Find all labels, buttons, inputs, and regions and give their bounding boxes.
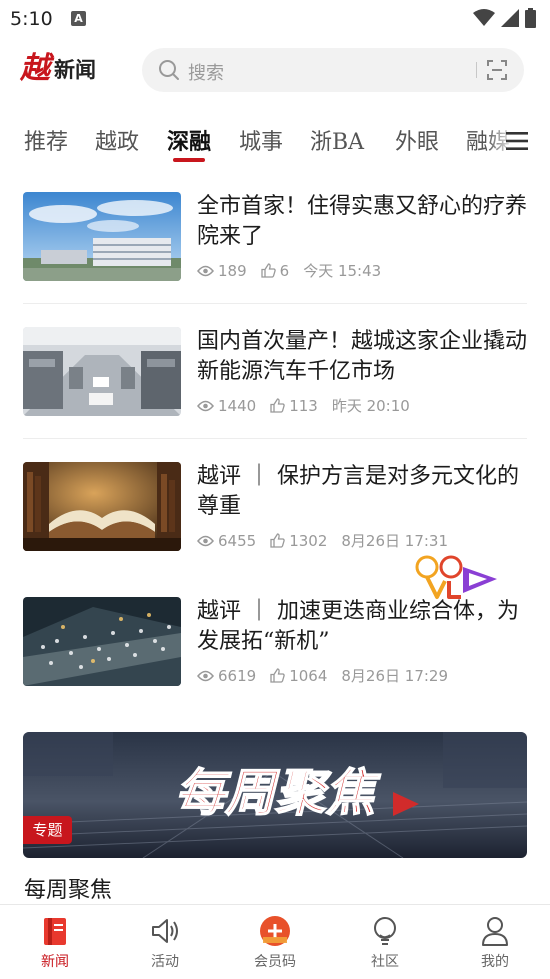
search-bar[interactable]: 搜索 xyxy=(142,48,524,92)
view-count: 1440 xyxy=(218,396,257,415)
menu-icon[interactable] xyxy=(506,132,528,150)
like-icon xyxy=(270,398,285,413)
like-count: 1064 xyxy=(289,666,328,685)
nav-label: 我的 xyxy=(481,954,509,970)
search-input[interactable]: 搜索 xyxy=(188,59,224,85)
notification-a-icon: A xyxy=(71,11,86,26)
like-icon xyxy=(270,668,285,683)
banner-title[interactable]: 每周聚焦 xyxy=(24,872,112,904)
battery-icon xyxy=(525,8,536,28)
divider xyxy=(23,303,527,304)
like-count: 1302 xyxy=(289,531,328,550)
article-thumbnail-night-market xyxy=(23,597,181,686)
status-icons xyxy=(473,8,536,28)
banner-image-text: 每周聚焦 xyxy=(175,763,381,822)
status-time: 5:10 xyxy=(10,8,53,30)
article-thumbnail-book xyxy=(23,462,181,551)
status-bar: 5:10 A xyxy=(0,0,550,38)
nav-label: 活动 xyxy=(151,954,179,970)
view-icon xyxy=(197,265,214,276)
news-icon xyxy=(44,918,66,945)
nav-community[interactable]: 社区 xyxy=(330,905,440,979)
view-icon xyxy=(197,400,214,411)
nav-label: 新闻 xyxy=(41,954,69,970)
divider xyxy=(23,438,527,439)
article-meta: 1440 113 昨天 20:10 xyxy=(197,395,424,416)
nav-label: 社区 xyxy=(371,954,399,970)
search-icon xyxy=(159,60,179,80)
publish-time: 8月26日 17:29 xyxy=(341,667,449,685)
like-icon xyxy=(260,263,276,278)
article-meta: 6455 1302 8月26日 17:31 xyxy=(197,530,462,551)
article-title[interactable]: 越评 ｜ 加速更迭商业综合体，为发展拓“新机” xyxy=(197,597,527,657)
article-item[interactable]: 越评 ｜ 加速更迭商业综合体，为发展拓“新机” 6619 1064 8月26日 … xyxy=(23,597,527,732)
feature-banner[interactable]: 每周聚焦 专题 xyxy=(23,732,527,858)
article-meta: 189 6 今天 15:43 xyxy=(197,260,395,281)
logo-text: 新闻 xyxy=(54,57,96,82)
bottom-nav: 新闻 活动 会员码 社区 我的 xyxy=(0,904,550,979)
search-divider xyxy=(476,62,477,78)
article-title[interactable]: 国内首次量产！越城这家企业撬动新能源汽车千亿市场 xyxy=(197,327,527,387)
nav-label: 会员码 xyxy=(254,954,296,970)
app-logo[interactable]: 越 新闻 xyxy=(20,52,96,86)
nav-member-code[interactable]: 会员码 xyxy=(220,905,330,979)
nav-activity[interactable]: 活动 xyxy=(110,905,220,979)
tab-zheba[interactable]: 浙BA xyxy=(310,124,364,156)
nav-news[interactable]: 新闻 xyxy=(0,905,110,979)
tab-yuezheng[interactable]: 越政 xyxy=(95,124,139,156)
view-count: 189 xyxy=(218,261,247,280)
article-thumbnail-sanatorium xyxy=(23,192,181,281)
topic-tag: 专题 xyxy=(23,816,72,844)
speaker-icon xyxy=(152,919,178,943)
user-icon xyxy=(482,917,508,946)
like-count: 113 xyxy=(289,396,318,415)
publish-time: 今天 15:43 xyxy=(303,262,382,280)
app-header: 越 新闻 搜索 xyxy=(0,40,550,100)
article-thumbnail-factory xyxy=(23,327,181,416)
category-tabs: 推荐 越政 深融 城事 浙BA 外眼 融媒 xyxy=(0,118,550,166)
tab-recommend[interactable]: 推荐 xyxy=(24,124,68,156)
article-title[interactable]: 全市首家！住得实惠又舒心的疗养院来了 xyxy=(197,192,527,252)
publish-time: 8月26日 17:31 xyxy=(341,532,449,550)
signal-icon xyxy=(501,9,519,27)
article-item[interactable]: 全市首家！住得实惠又舒心的疗养院来了 189 6 今天 15:43 xyxy=(23,192,527,327)
view-count: 6455 xyxy=(218,531,257,550)
view-icon xyxy=(197,670,214,681)
like-icon xyxy=(270,533,285,548)
logo-mark: 越 xyxy=(20,51,50,86)
lightbulb-icon xyxy=(374,917,396,945)
tab-chengshi[interactable]: 城事 xyxy=(239,124,283,156)
wifi-icon xyxy=(473,9,495,26)
publish-time: 昨天 20:10 xyxy=(331,397,410,415)
tab-shenrong[interactable]: 深融 xyxy=(167,124,211,156)
view-icon xyxy=(197,535,214,546)
scan-icon[interactable] xyxy=(486,59,508,81)
like-count: 6 xyxy=(279,261,290,280)
article-meta: 6619 1064 8月26日 17:29 xyxy=(197,665,462,686)
view-count: 6619 xyxy=(218,666,257,685)
nav-profile[interactable]: 我的 xyxy=(440,905,550,979)
article-item[interactable]: 国内首次量产！越城这家企业撬动新能源汽车千亿市场 1440 113 昨天 20:… xyxy=(23,327,527,462)
tab-waiyan[interactable]: 外眼 xyxy=(395,124,439,156)
article-title[interactable]: 越评 ｜ 保护方言是对多元文化的尊重 xyxy=(197,462,527,522)
active-tab-indicator xyxy=(173,158,205,162)
member-code-icon xyxy=(260,916,290,946)
floating-video-badge[interactable] xyxy=(413,553,499,601)
